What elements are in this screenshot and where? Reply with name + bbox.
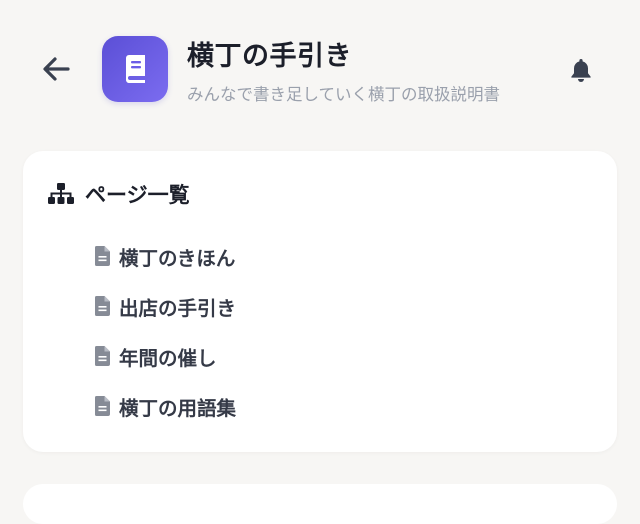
- bell-icon: [571, 59, 591, 82]
- back-button[interactable]: [36, 52, 76, 86]
- page-item-label: 年間の催し: [119, 346, 217, 370]
- document-icon: [93, 295, 111, 317]
- page-list-card: ページ一覧 横丁のきほん 出店の手引き 年間の催し 横丁の用語集: [23, 151, 617, 452]
- app-logo: [102, 36, 168, 102]
- page-subtitle: みんなで書き足していく横丁の取扱説明書: [187, 85, 501, 104]
- page-list: 横丁のきほん 出店の手引き 年間の催し 横丁の用語集: [93, 231, 236, 431]
- page-title: 横丁の手引き: [187, 41, 352, 72]
- page-item-kihon[interactable]: 横丁のきほん: [93, 231, 236, 281]
- page-item-shutten[interactable]: 出店の手引き: [93, 281, 236, 331]
- document-icon: [93, 395, 111, 417]
- page-item-label: 横丁のきほん: [119, 246, 236, 270]
- page-item-moyooshi[interactable]: 年間の催し: [93, 331, 236, 381]
- app-header: 横丁の手引き みんなで書き足していく横丁の取扱説明書: [0, 0, 640, 140]
- page-item-label: 横丁の用語集: [119, 396, 237, 420]
- book-icon: [126, 55, 145, 83]
- page-item-label: 出店の手引き: [119, 296, 237, 320]
- next-card: [23, 484, 617, 524]
- document-icon: [93, 245, 111, 267]
- notifications-button[interactable]: [565, 54, 597, 86]
- page-item-yougo[interactable]: 横丁の用語集: [93, 381, 236, 431]
- page-list-title: ページ一覧: [85, 183, 190, 207]
- document-icon: [93, 345, 111, 367]
- page-list-header: ページ一覧: [47, 179, 190, 209]
- sitemap-icon: [47, 182, 75, 206]
- arrow-left-icon: [43, 57, 70, 81]
